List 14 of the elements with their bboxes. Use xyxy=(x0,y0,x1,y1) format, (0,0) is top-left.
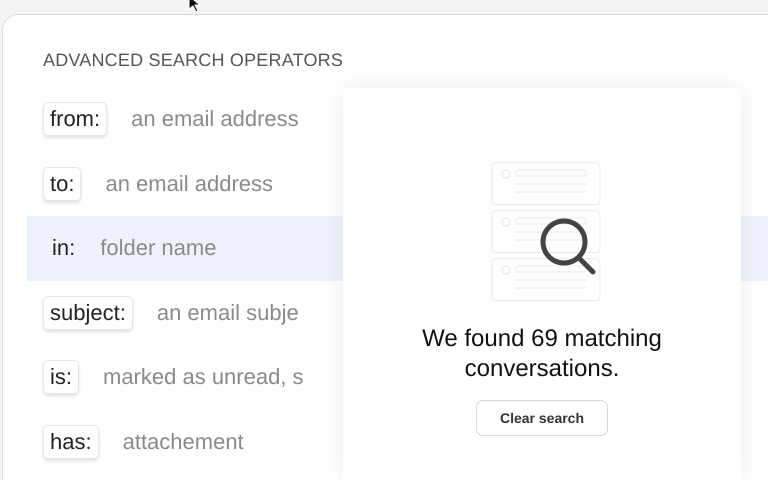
operator-description: an email address xyxy=(131,106,299,132)
operator-key: has: xyxy=(43,424,99,459)
panel-heading: ADVANCED SEARCH OPERATORS xyxy=(43,50,344,71)
operator-description: folder name xyxy=(100,235,216,262)
operator-key: subject: xyxy=(43,296,133,330)
operator-key: to: xyxy=(43,166,82,201)
operator-key: from: xyxy=(43,102,108,136)
operator-description: marked as unread, s xyxy=(103,364,304,390)
operator-key: is: xyxy=(43,360,79,394)
operator-key: in: xyxy=(51,231,82,266)
operator-description: an email subje xyxy=(156,300,299,326)
operator-description: an email address xyxy=(105,170,274,197)
operator-description: attachement xyxy=(122,428,244,455)
results-message: We found 69 matching conversations. xyxy=(421,324,663,384)
